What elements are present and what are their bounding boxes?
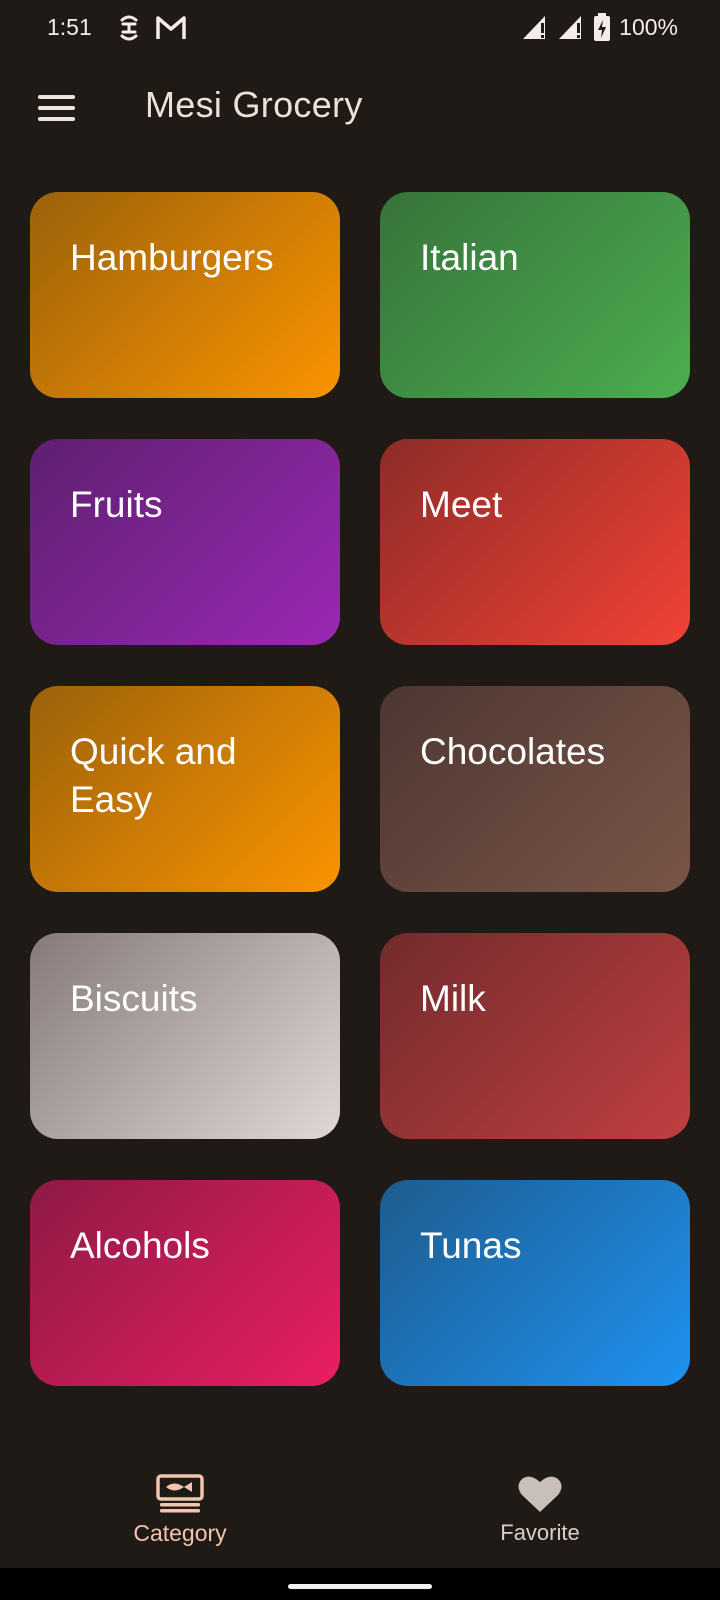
category-label: Milk (420, 978, 486, 1019)
category-tile-chocolates[interactable]: Chocolates (380, 686, 690, 892)
category-label: Biscuits (70, 978, 198, 1019)
category-tile-italian[interactable]: Italian (380, 192, 690, 398)
heart-icon (518, 1476, 562, 1512)
category-tile-quick-and-easy[interactable]: Quick and Easy (30, 686, 340, 892)
category-label: Hamburgers (70, 237, 274, 278)
category-label: Italian (420, 237, 519, 278)
gesture-handle[interactable] (288, 1584, 432, 1589)
hamburger-menu-icon[interactable] (26, 78, 86, 138)
category-fish-icon (156, 1474, 204, 1513)
status-bar: 1:51 100% (0, 0, 720, 56)
category-label: Quick and Easy (70, 731, 237, 820)
gmail-icon (156, 16, 186, 39)
category-label: Alcohols (70, 1225, 210, 1266)
category-tile-tunas[interactable]: Tunas (380, 1180, 690, 1386)
category-grid: Hamburgers Italian Fruits Meet Quick and… (30, 192, 690, 1386)
battery-charging-icon (594, 13, 611, 41)
category-label: Meet (420, 484, 503, 525)
accessibility-icon (120, 15, 138, 41)
category-tile-biscuits[interactable]: Biscuits (30, 933, 340, 1139)
nav-item-category[interactable]: Category (0, 1430, 360, 1568)
signal-icon (523, 16, 546, 39)
nav-label-category: Category (133, 1520, 227, 1546)
battery-percentage: 100% (619, 13, 678, 40)
gesture-navigation-bar (0, 1568, 720, 1600)
category-tile-alcohols[interactable]: Alcohols (30, 1180, 340, 1386)
category-label: Tunas (420, 1225, 522, 1266)
app-title: Mesi Grocery (145, 84, 363, 125)
nav-item-favorite[interactable]: Favorite (360, 1430, 720, 1568)
category-label: Fruits (70, 484, 163, 525)
category-tile-hamburgers[interactable]: Hamburgers (30, 192, 340, 398)
category-tile-fruits[interactable]: Fruits (30, 439, 340, 645)
category-tile-milk[interactable]: Milk (380, 933, 690, 1139)
category-label: Chocolates (420, 731, 606, 772)
category-tile-meet[interactable]: Meet (380, 439, 690, 645)
top-app-bar: Mesi Grocery (0, 56, 720, 156)
signal-icon-2 (559, 16, 582, 39)
nav-label-favorite: Favorite (500, 1520, 580, 1545)
status-time: 1:51 (47, 14, 92, 40)
bottom-navigation: Category Favorite (0, 1430, 720, 1568)
